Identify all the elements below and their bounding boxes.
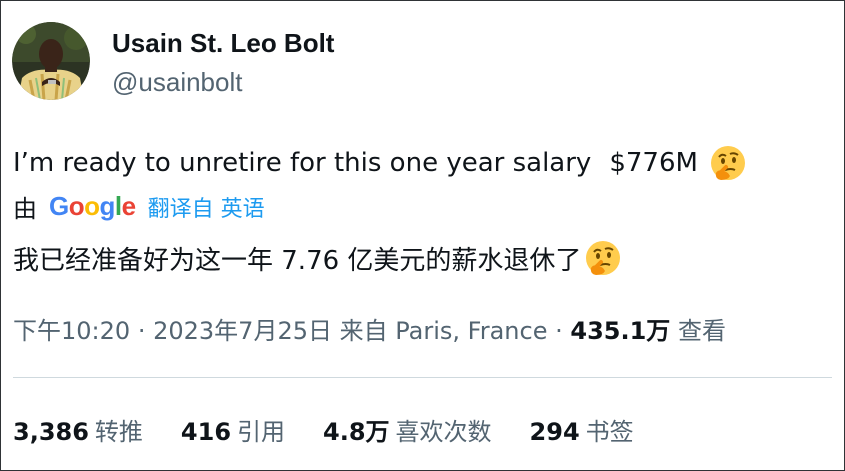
tweet-text: I’m ready to unretire for this one year … <box>13 143 748 183</box>
meta-separator: · <box>555 317 563 345</box>
bookmarks-count: 294 <box>529 418 580 446</box>
tweet-body: I’m ready to unretire for this one year … <box>13 148 592 178</box>
quotes-stat[interactable]: 416 引用 <box>181 412 285 447</box>
retweets-label: 转推 <box>94 418 143 446</box>
views-label: 查看 <box>677 317 726 345</box>
avatar[interactable] <box>12 22 90 100</box>
retweets-count: 3,386 <box>13 418 89 446</box>
translated-by-label: 由 <box>13 195 37 223</box>
translated-text: 我已经准备好为这一年 7.76 亿美元的薪水退休了 <box>13 238 623 278</box>
quotes-count: 416 <box>180 418 232 446</box>
translated-body: 我已经准备好为这一年 7.76 亿美元的薪水退休了 <box>13 245 582 276</box>
bookmarks-label: 书签 <box>585 418 634 446</box>
engagement-stats: 3,386 转推 416 引用 4.8万 喜欢次数 294 书签 <box>13 412 672 447</box>
likes-label: 喜欢次数 <box>395 418 492 446</box>
likes-count: 4.8万 <box>323 418 390 446</box>
author-handle[interactable]: @usainbolt <box>112 67 242 98</box>
bookmarks-stat[interactable]: 294 书签 <box>530 412 634 447</box>
tweet-date[interactable]: 2023年7月25日 <box>153 317 332 345</box>
translated-from-link[interactable]: 翻译自 英语 <box>148 191 265 223</box>
quotes-label: 引用 <box>237 418 286 446</box>
retweets-stat[interactable]: 3,386 转推 <box>13 412 143 447</box>
google-logo: Google <box>49 191 136 221</box>
tweet-source: 来自 Paris, France <box>339 317 548 345</box>
likes-stat[interactable]: 4.8万 喜欢次数 <box>323 412 492 447</box>
divider <box>13 377 832 378</box>
tweet-meta: 下午10:20 · 2023年7月25日 来自 Paris, France · … <box>13 311 726 346</box>
author-name[interactable]: Usain St. Leo Bolt <box>112 28 334 59</box>
tweet-card: Usain St. Leo Bolt @usainbolt I’m ready … <box>0 0 845 471</box>
tweet-time[interactable]: 下午10:20 <box>13 317 130 345</box>
thinking-face-icon <box>583 238 623 278</box>
translation-bar: 由 Google 翻译自 英语 <box>13 189 265 224</box>
views-count: 435.1万 <box>570 317 671 345</box>
meta-separator: · <box>137 317 146 345</box>
tweet-amount: $776M <box>609 148 698 178</box>
thinking-face-icon <box>708 143 748 183</box>
